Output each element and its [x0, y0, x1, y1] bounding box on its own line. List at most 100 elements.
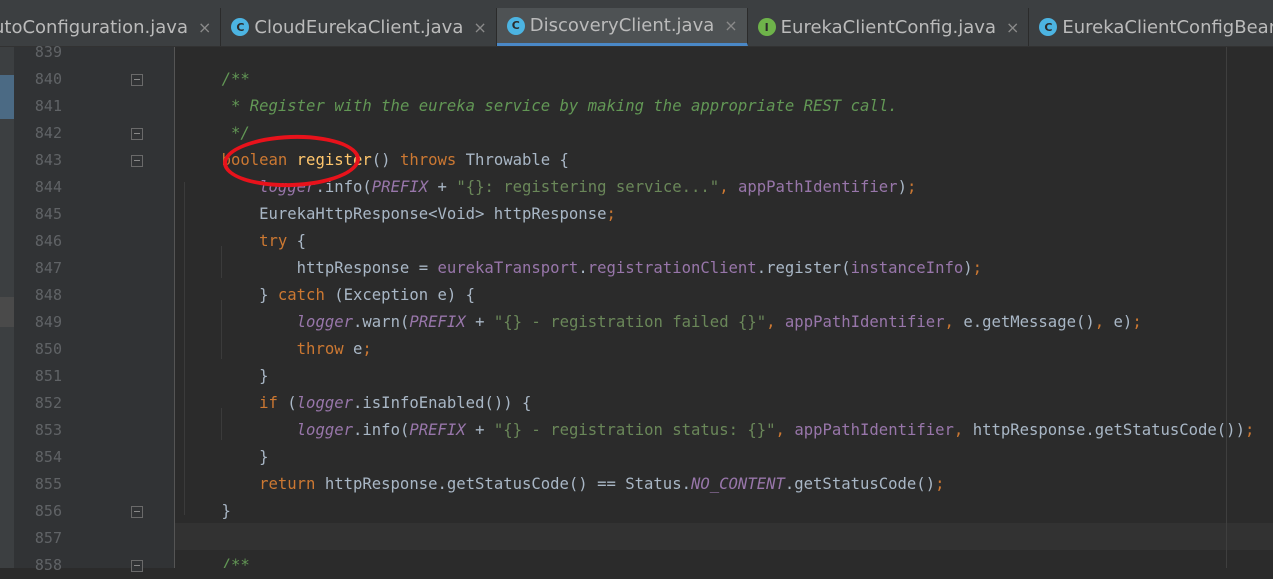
code-token: try: [259, 232, 297, 250]
code-token: PREFIX: [371, 178, 429, 196]
code-token: throws: [399, 151, 466, 169]
code-token: }: [184, 502, 231, 520]
line-number: 849: [34, 313, 62, 331]
code-line: } catch (Exception e) {: [184, 282, 475, 309]
code-token: ;: [362, 340, 372, 358]
code-token: .: [578, 259, 588, 277]
code-token: return: [259, 475, 325, 493]
fold-marker-icon[interactable]: [131, 506, 143, 518]
code-token: ): [897, 178, 907, 196]
line-number: 850: [34, 340, 62, 358]
tab-label: utoConfiguration.java: [0, 16, 188, 38]
code-editor[interactable]: /** * Register with the eureka service b…: [175, 47, 1273, 568]
code-token: ): [963, 259, 973, 277]
close-icon[interactable]: ×: [1006, 18, 1019, 37]
line-number: 842: [34, 124, 62, 142]
line-number: 847: [34, 259, 62, 277]
tab-label: EurekaClientConfigBean.ja: [1062, 16, 1273, 38]
editor-tab-bar: utoConfiguration.java × C CloudEurekaClient…: [0, 8, 1273, 47]
code-token: if: [259, 394, 288, 412]
code-line: logger.warn(PREFIX + "{} - registration …: [184, 309, 1142, 336]
code-token: NO_CONTENT: [690, 475, 785, 493]
tab-label: DiscoveryClient.java: [529, 15, 715, 36]
line-number: 857: [34, 529, 62, 547]
code-line: return httpResponse.getStatusCode() == S…: [184, 471, 944, 498]
editor-tab[interactable]: C CloudEurekaClient.java ×: [221, 8, 497, 46]
code-line: */: [184, 120, 250, 147]
line-number-gutter[interactable]: 839 840 841 842 843 844 845 846 847 848 849 850 851 8…: [14, 43, 175, 574]
code-token: ,: [775, 421, 795, 439]
code-token: +: [428, 178, 457, 196]
editor-tab[interactable]: I EurekaClientConfig.java ×: [748, 8, 1030, 46]
code-token: httpResponse.getStatusCode()): [972, 421, 1245, 439]
fold-marker-icon[interactable]: [131, 128, 143, 140]
line-number: 840: [34, 70, 62, 88]
code-line: }: [184, 444, 269, 471]
fold-marker-icon[interactable]: [131, 560, 143, 572]
code-token: e: [353, 340, 363, 358]
code-line: throw e;: [184, 336, 372, 363]
left-strip-marker: [0, 75, 14, 119]
tab-label: CloudEurekaClient.java: [254, 16, 464, 38]
close-icon[interactable]: ×: [198, 18, 211, 37]
code-token: +: [465, 313, 494, 331]
code-token: }: [184, 367, 269, 385]
code-token: "{}: registering service...": [456, 178, 720, 196]
code-line: try {: [184, 228, 306, 255]
line-number: 846: [34, 232, 62, 250]
code-line: }: [184, 498, 231, 525]
code-token: */: [230, 124, 250, 142]
line-number: 858: [34, 556, 62, 574]
code-token: ;: [972, 259, 983, 277]
code-token: (): [371, 151, 400, 169]
code-token: "{} - registration failed {}": [493, 313, 767, 331]
line-number: 853: [34, 421, 62, 439]
line-number: 848: [34, 286, 62, 304]
code-line: * Register with the eureka service by ma…: [184, 93, 898, 120]
code-token: (Exception e) {: [334, 286, 476, 304]
line-number: 854: [34, 448, 62, 466]
code-line: EurekaHttpResponse<Void> httpResponse;: [184, 201, 616, 228]
left-tool-strip: [0, 47, 14, 568]
code-token: * Register with the eureka service by ma…: [230, 97, 898, 115]
code-token: .getStatusCode(): [784, 475, 936, 493]
code-token: throw: [296, 340, 354, 358]
line-number: 844: [34, 178, 62, 196]
code-token: /**: [221, 556, 250, 568]
close-icon[interactable]: ×: [724, 16, 737, 35]
code-token: eurekaTransport: [437, 259, 579, 277]
fold-marker-icon[interactable]: [131, 74, 143, 86]
code-token: httpResponse =: [184, 259, 438, 277]
code-token: {: [296, 232, 307, 250]
code-line: logger.info(PREFIX + "{} - registration …: [184, 417, 1255, 444]
code-token: }: [184, 448, 269, 466]
code-token: logger: [296, 421, 354, 439]
code-token: (: [287, 394, 297, 412]
code-token: ,: [766, 313, 785, 331]
class-icon: C: [231, 18, 250, 36]
editor-tab[interactable]: CEurekaClientConfigBean.ja: [1029, 8, 1273, 46]
line-number: 845: [34, 205, 62, 223]
editor-tab[interactable]: C DiscoveryClient.java ×: [496, 8, 748, 46]
code-token: ,: [953, 421, 973, 439]
code-token: catch: [277, 286, 335, 304]
line-number: 843: [34, 151, 62, 169]
current-line-highlight: [175, 523, 1273, 550]
code-token: appPathIdentifier: [737, 178, 898, 196]
close-icon[interactable]: ×: [473, 18, 486, 37]
code-token: /**: [221, 70, 250, 88]
code-token: ;: [935, 475, 945, 493]
fold-marker-icon[interactable]: [131, 155, 143, 167]
left-strip-marker: [0, 297, 14, 327]
code-token: appPathIdentifier: [784, 313, 945, 331]
code-token: "{} - registration status: {}": [493, 421, 776, 439]
code-token: ,: [719, 178, 738, 196]
right-margin-guide: [1226, 47, 1227, 568]
